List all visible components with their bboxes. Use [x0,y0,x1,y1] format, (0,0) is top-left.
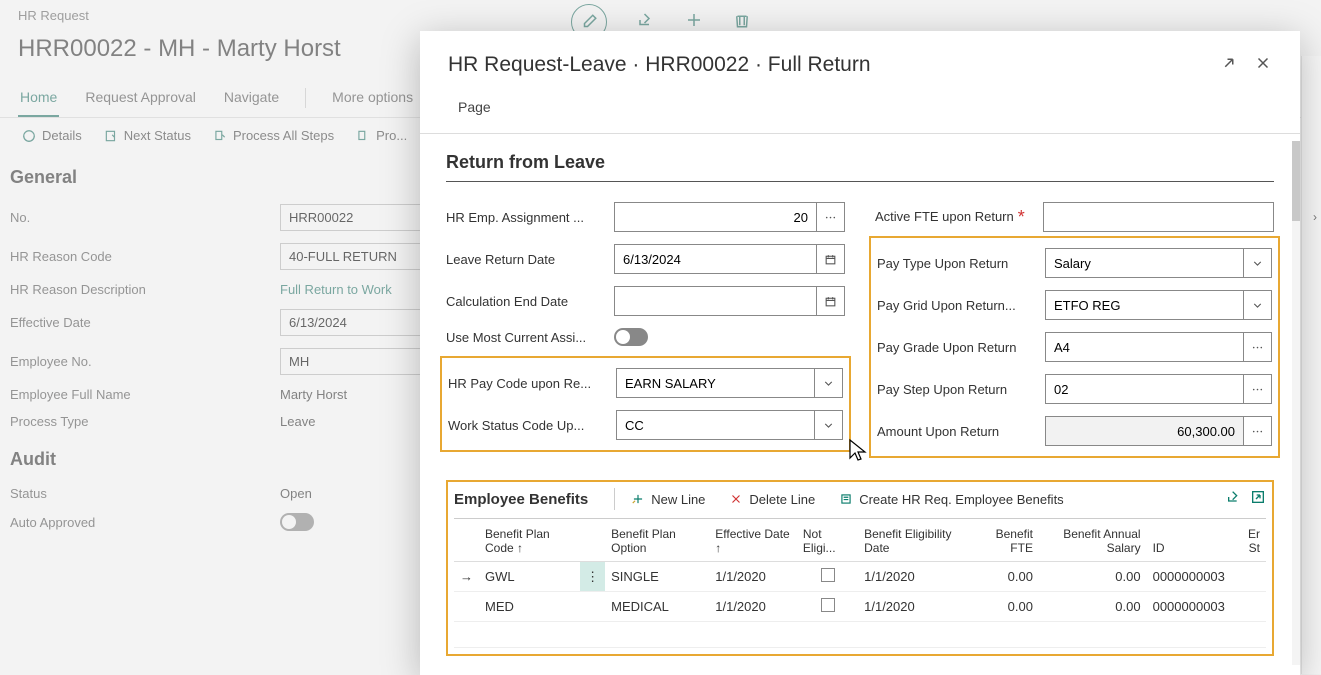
cell-eff-date[interactable]: 1/1/2020 [709,562,797,592]
chevron-down-icon[interactable] [815,368,843,398]
close-icon[interactable] [1254,54,1272,77]
col-effective-date[interactable]: Effective Date ↑ [709,521,797,562]
label-work-status-code: Work Status Code Up... [448,418,616,433]
section-return-from-leave: Return from Leave [446,148,1274,182]
cell-annual[interactable]: 0.00 [1039,562,1147,592]
cell-plan-option[interactable]: MEDICAL [605,592,709,622]
scrollbar-thumb[interactable] [1292,141,1300,221]
highlight-pay-work-status: HR Pay Code upon Re... Work Status Code … [440,356,851,452]
section-employee-benefits: Employee Benefits [454,491,588,508]
row-menu-icon[interactable]: ⋮ [580,562,605,592]
label-hr-pay-code: HR Pay Code upon Re... [448,376,616,391]
row-indicator-icon: → [454,562,479,592]
share-icon[interactable] [1226,489,1242,510]
field-work-status-code[interactable] [616,410,815,440]
popout-icon[interactable] [1250,489,1266,510]
modal-hr-request-leave: HR Request-Leave · HRR00022 · Full Retur… [420,31,1300,675]
field-leave-return-date[interactable] [614,244,817,274]
col-not-eligible[interactable]: Not Eligi... [797,521,858,562]
label-use-most-current: Use Most Current Assi... [446,330,614,345]
col-benefit-plan-code[interactable]: Benefit Plan Code ↑ [479,521,580,562]
label-calc-end-date: Calculation End Date [446,294,614,309]
required-icon: * [1018,207,1025,227]
col-benefit-plan-option[interactable]: Benefit Plan Option [605,521,709,562]
col-id[interactable]: ID [1147,521,1231,562]
col-benefit-fte[interactable]: Benefit FTE [970,521,1039,562]
label-amount-upon-return: Amount Upon Return [877,424,1045,439]
label-pay-grid: Pay Grid Upon Return... [877,298,1045,313]
field-pay-step[interactable] [1045,374,1244,404]
label-pay-grade: Pay Grade Upon Return [877,340,1045,355]
label-active-fte: Active FTE upon Return* [875,207,1043,228]
label-pay-type: Pay Type Upon Return [877,256,1045,271]
label-leave-return-date: Leave Return Date [446,252,614,267]
lookup-icon[interactable] [817,202,845,232]
table-row[interactable]: → GWL ⋮ SINGLE 1/1/2020 1/1/2020 0.00 0.… [454,562,1266,592]
modal-tab-page[interactable]: Page [456,91,493,123]
label-hr-emp-assignment: HR Emp. Assignment ... [446,210,614,225]
checkbox-not-eligible[interactable] [821,598,835,612]
cell-annual[interactable]: 0.00 [1039,592,1147,622]
field-pay-grid[interactable] [1045,290,1244,320]
cell-elig-date[interactable]: 1/1/2020 [858,592,970,622]
action-create-hr-req-benefits[interactable]: Create HR Req. Employee Benefits [831,489,1071,510]
right-panel-edge [1301,56,1321,674]
calendar-icon[interactable] [817,286,845,316]
action-new-line[interactable]: New Line [623,489,713,510]
field-pay-type[interactable] [1045,248,1244,278]
benefits-table: Benefit Plan Code ↑ Benefit Plan Option … [454,521,1266,648]
lookup-icon[interactable] [1244,416,1272,446]
checkbox-not-eligible[interactable] [821,568,835,582]
chevron-down-icon[interactable] [1244,248,1272,278]
lookup-icon[interactable] [1244,332,1272,362]
highlight-employee-benefits: Employee Benefits New Line Delete Line C… [446,480,1274,656]
cell-plan-code[interactable]: GWL [479,562,580,592]
cell-fte[interactable]: 0.00 [970,592,1039,622]
table-row[interactable]: MED MEDICAL 1/1/2020 1/1/2020 0.00 0.00 … [454,592,1266,622]
divider [614,488,615,510]
cell-id[interactable]: 0000000003 [1147,592,1231,622]
cell-elig-date[interactable]: 1/1/2020 [858,562,970,592]
chevron-down-icon[interactable] [1244,290,1272,320]
col-eligibility-date[interactable]: Benefit Eligibility Date [858,521,970,562]
expand-icon[interactable] [1220,54,1238,77]
highlight-pay-fields: Pay Type Upon Return Pay Grid Upon Retur… [869,236,1280,458]
field-active-fte[interactable] [1043,202,1274,232]
col-truncated[interactable]: Er St [1231,521,1266,562]
chevron-down-icon[interactable] [815,410,843,440]
cell-eff-date[interactable]: 1/1/2020 [709,592,797,622]
field-calc-end-date[interactable] [614,286,817,316]
action-delete-line[interactable]: Delete Line [721,489,823,510]
cell-id[interactable]: 0000000003 [1147,562,1231,592]
label-pay-step: Pay Step Upon Return [877,382,1045,397]
cell-plan-code[interactable]: MED [479,592,580,622]
cell-plan-option[interactable]: SINGLE [605,562,709,592]
table-row[interactable] [454,622,1266,648]
toggle-use-most-current[interactable] [614,328,648,346]
field-pay-grade[interactable] [1045,332,1244,362]
field-hr-emp-assignment[interactable] [614,202,817,232]
field-hr-pay-code[interactable] [616,368,815,398]
field-amount-upon-return [1045,416,1244,446]
calendar-icon[interactable] [817,244,845,274]
cell-fte[interactable]: 0.00 [970,562,1039,592]
modal-title: HR Request-Leave · HRR00022 · Full Retur… [448,53,871,77]
lookup-icon[interactable] [1244,374,1272,404]
mouse-cursor-icon [848,438,868,464]
col-benefit-annual-salary[interactable]: Benefit Annual Salary [1039,521,1147,562]
chevron-right-icon: › [1313,210,1317,224]
